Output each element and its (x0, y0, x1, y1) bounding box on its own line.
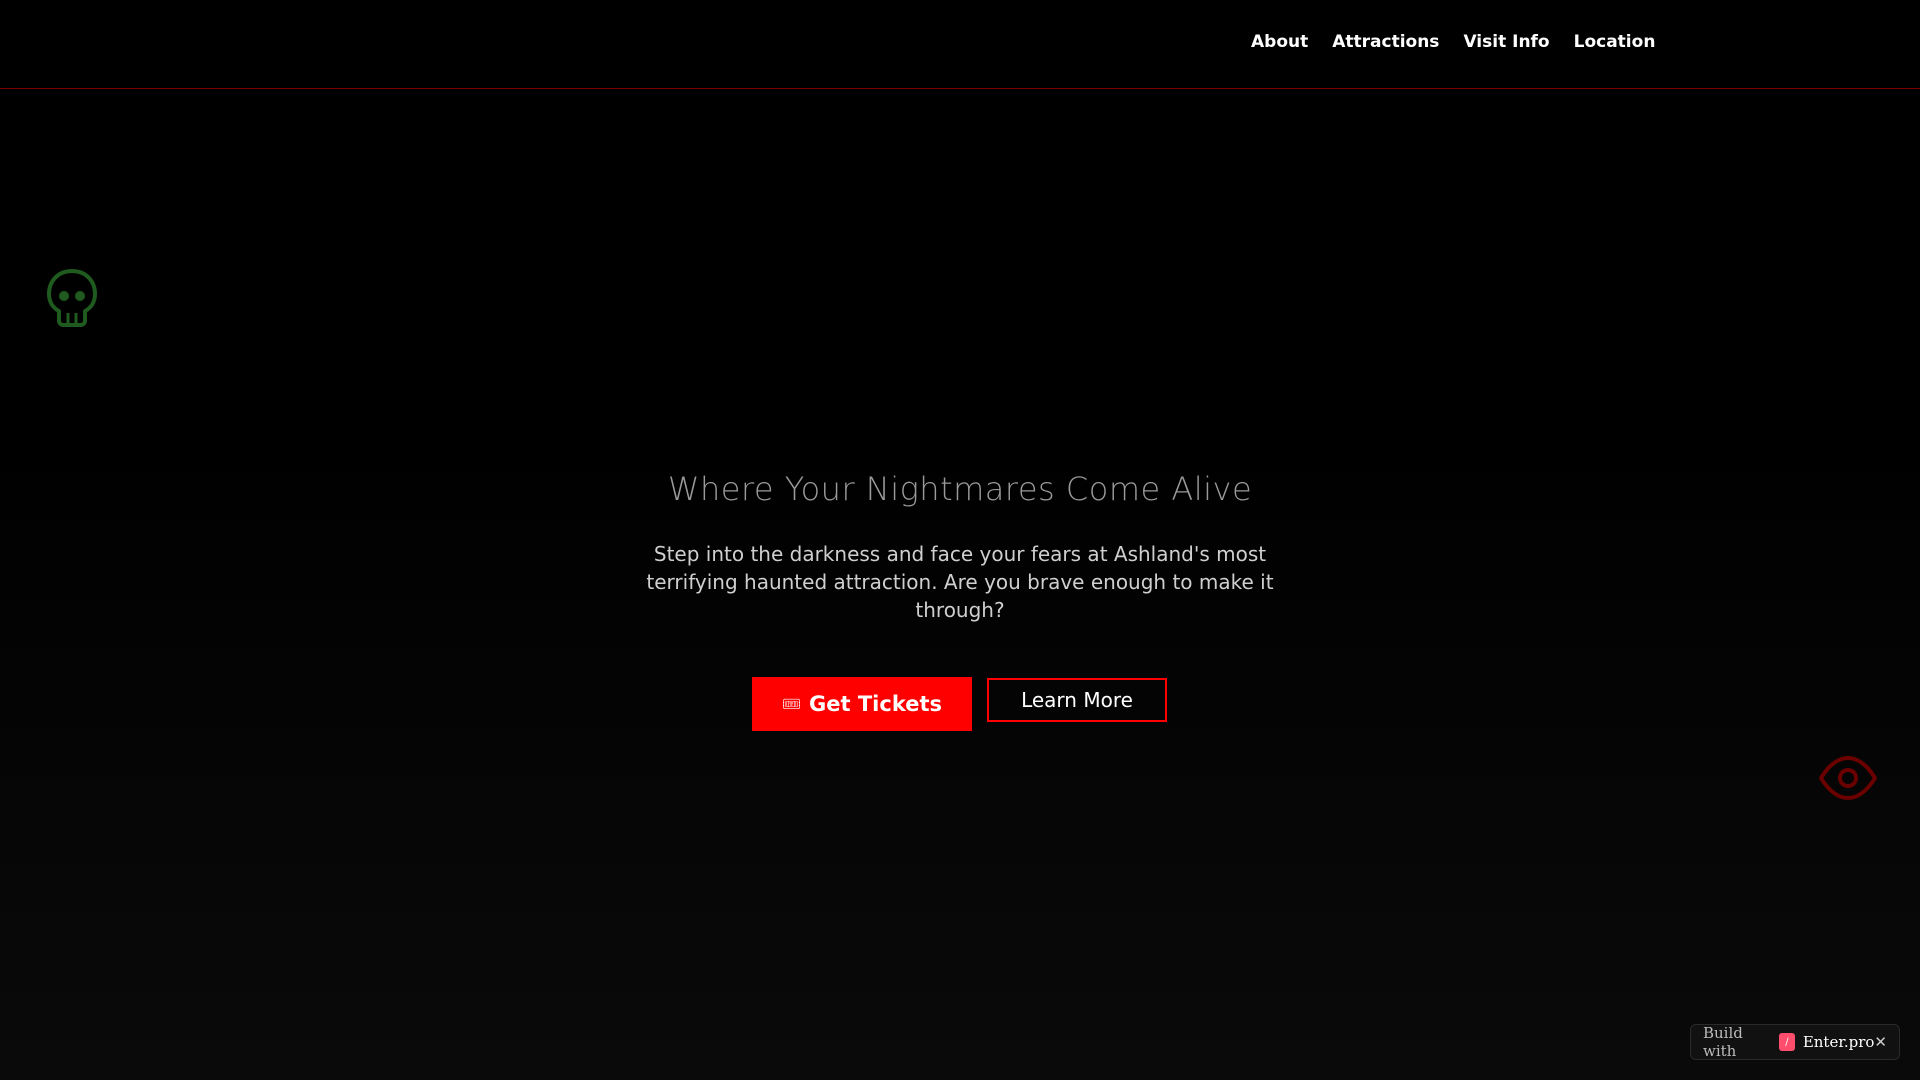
nav-links: About Attractions Visit Info Location (1251, 32, 1655, 52)
nav-item-about[interactable]: About (1251, 32, 1308, 52)
skull-icon (47, 269, 97, 327)
navbar: About Attractions Visit Info Location (0, 0, 1920, 89)
build-with-badge[interactable]: Build with ∕ Enter.pro ✕ (1690, 1024, 1900, 1060)
get-tickets-label: Get Tickets (809, 692, 943, 716)
get-tickets-button[interactable]: 🎟 Get Tickets (753, 678, 971, 730)
hero-description: Step into the darkness and face your fea… (646, 542, 1274, 622)
close-icon[interactable]: ✕ (1874, 1033, 1887, 1051)
hero-title: Where Your Nightmares Come Alive (667, 470, 1253, 508)
eye-icon (1819, 756, 1877, 800)
hero-buttons: 🎟 Get Tickets Learn More (753, 678, 1167, 730)
ticket-icon: 🎟 (781, 695, 802, 713)
nav-item-attractions[interactable]: Attractions (1332, 32, 1439, 52)
nav-item-visit-info[interactable]: Visit Info (1463, 32, 1549, 52)
nav-item-location[interactable]: Location (1574, 32, 1656, 52)
learn-more-button[interactable]: Learn More (987, 678, 1167, 722)
enter-logo-icon: ∕ (1779, 1033, 1795, 1051)
badge-prefix: Build with (1703, 1024, 1743, 1060)
hero-section: Where Your Nightmares Come Alive Step in… (0, 470, 1920, 624)
badge-name: Enter.pro (1802, 1033, 1875, 1051)
page: About Attractions Visit Info Location Wh… (0, 0, 1920, 1080)
